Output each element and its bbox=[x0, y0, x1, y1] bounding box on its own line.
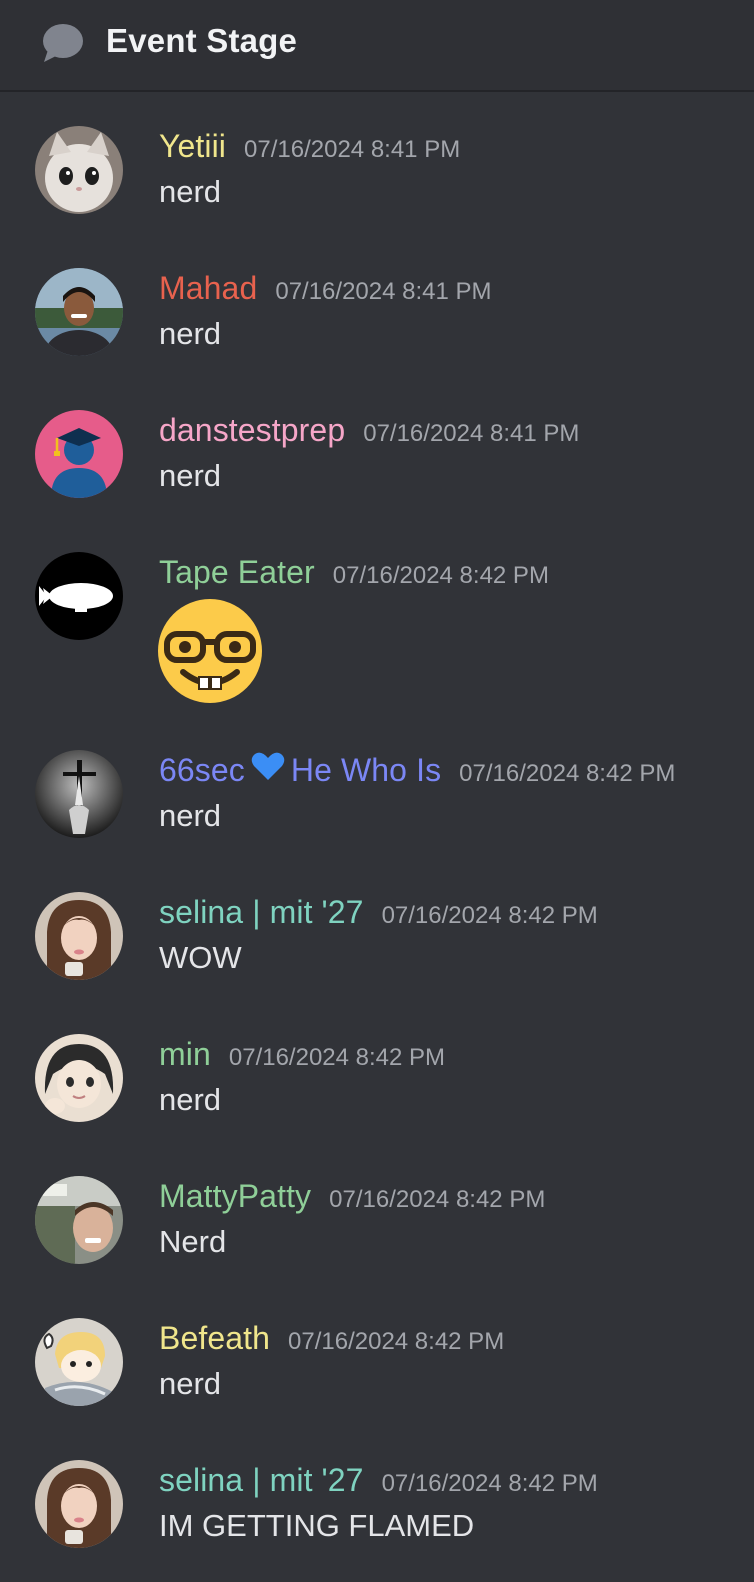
username[interactable]: Befeath bbox=[159, 1318, 270, 1358]
timestamp: 07/16/2024 8:42 PM bbox=[329, 1186, 546, 1213]
username-part[interactable]: He Who Is bbox=[291, 750, 441, 790]
username-part[interactable]: 66sec bbox=[159, 750, 245, 790]
username[interactable]: Yetiii bbox=[159, 126, 226, 166]
person-photo-avatar[interactable] bbox=[35, 268, 123, 356]
anime-avatar[interactable] bbox=[35, 1034, 123, 1122]
timestamp: 07/16/2024 8:42 PM bbox=[459, 760, 676, 787]
channel-header: Event Stage bbox=[0, 0, 754, 92]
selfie-photo-avatar[interactable] bbox=[35, 1176, 123, 1264]
blimp-avatar[interactable] bbox=[35, 552, 123, 640]
timestamp: 07/16/2024 8:42 PM bbox=[288, 1328, 505, 1355]
username[interactable]: selina | mit '27 bbox=[159, 892, 364, 932]
message-text: nerd bbox=[159, 316, 222, 351]
message-text: nerd bbox=[159, 458, 222, 493]
crucifix-avatar[interactable] bbox=[35, 750, 123, 838]
message-text: WOW bbox=[159, 940, 242, 975]
message-text: nerd bbox=[159, 174, 222, 209]
chat-window: Event Stage Yetiii 07/16/2024 8:41 PM ne… bbox=[0, 0, 754, 1582]
username[interactable]: danstestprep bbox=[159, 410, 345, 450]
cat-avatar[interactable] bbox=[35, 126, 123, 214]
message-text: nerd bbox=[159, 798, 222, 833]
timestamp: 07/16/2024 8:42 PM bbox=[381, 1470, 598, 1497]
timestamp: 07/16/2024 8:41 PM bbox=[363, 420, 580, 447]
cartoon-avatar[interactable] bbox=[35, 1318, 123, 1406]
timestamp: 07/16/2024 8:42 PM bbox=[332, 562, 549, 589]
message-text: Nerd bbox=[159, 1224, 227, 1259]
speech-bubble-icon bbox=[43, 24, 83, 62]
username[interactable]: Tape Eater bbox=[159, 552, 315, 592]
message-text: nerd bbox=[159, 1082, 222, 1117]
selina-photo-avatar[interactable] bbox=[35, 1460, 123, 1548]
username[interactable]: selina | mit '27 bbox=[159, 1460, 364, 1500]
message-text: nerd bbox=[159, 1366, 222, 1401]
selina-photo-avatar[interactable] bbox=[35, 892, 123, 980]
username[interactable]: min bbox=[159, 1034, 211, 1074]
timestamp: 07/16/2024 8:41 PM bbox=[275, 278, 492, 305]
timestamp: 07/16/2024 8:41 PM bbox=[244, 136, 461, 163]
nerd-face-emoji bbox=[158, 599, 262, 703]
username[interactable]: Mahad bbox=[159, 268, 257, 308]
username[interactable]: MattyPatty bbox=[159, 1176, 311, 1216]
timestamp: 07/16/2024 8:42 PM bbox=[228, 1044, 446, 1071]
blue-heart-icon bbox=[251, 752, 285, 780]
timestamp: 07/16/2024 8:42 PM bbox=[381, 902, 598, 929]
message-text: IM GETTING FLAMED bbox=[159, 1508, 475, 1543]
channel-title: Event Stage bbox=[106, 22, 298, 59]
graduate-avatar[interactable] bbox=[35, 410, 123, 498]
